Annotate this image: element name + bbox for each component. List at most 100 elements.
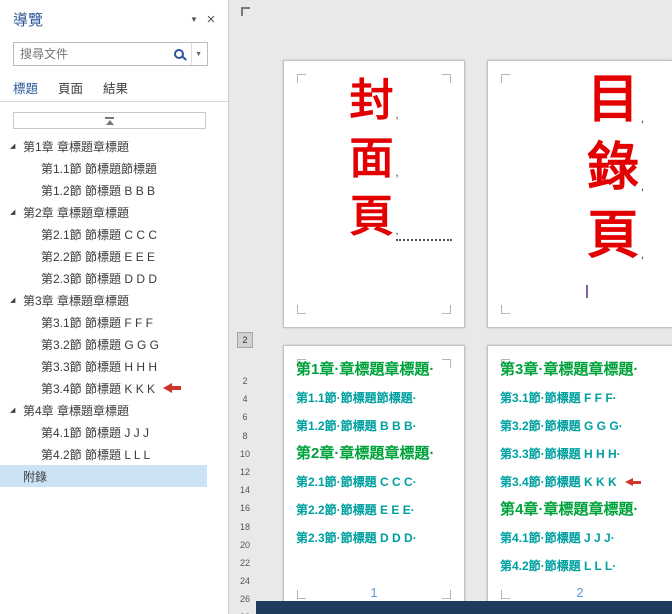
nav-item-label: 第4.2節 節標題 L L L [41, 447, 151, 462]
search-icon[interactable] [174, 49, 185, 59]
ruler-mark: 28 [232, 608, 258, 614]
navigation-pane: 導覽 ▼ × ▼ 標題 頁面 結果 ◢ 第1章 章標題章標題 第1.1節 節 [0, 0, 229, 614]
nav-item-section2-1[interactable]: 第2.1節 節標題 C C C [0, 223, 207, 245]
paragraph-mark: , [641, 181, 645, 193]
doc-heading-section: 第2.3節·節標題 D D D· [296, 531, 417, 545]
ruler-mark: 6 [242, 412, 248, 423]
collapse-triangle-icon[interactable]: ◢ [10, 296, 23, 304]
nav-item-section4-1[interactable]: 第4.1節 節標題 J J J [0, 421, 207, 443]
crop-mark-icon [442, 305, 451, 314]
paragraph-mark: , [395, 225, 399, 237]
nav-item-section3-4[interactable]: 第3.4節 節標題 K K K [0, 377, 207, 399]
pane-options-chevron-down-icon[interactable]: ▼ [186, 15, 202, 24]
collapse-triangle-icon[interactable]: ◢ [10, 208, 23, 216]
doc-heading-chapter: 第4章·章標題章標題· [500, 501, 639, 518]
cover-char: 面 [349, 134, 394, 184]
crop-mark-icon [501, 305, 510, 314]
nav-item-label: 第2.1節 節標題 C C C [41, 227, 158, 242]
pane-close-icon[interactable]: × [202, 12, 220, 27]
jump-to-beginning-button[interactable] [13, 112, 206, 129]
nav-item-chapter2[interactable]: ◢ 第2章 章標題章標題 [0, 201, 207, 223]
nav-item-label: 第1.2節 節標題 B B B [41, 183, 156, 198]
page-content-1[interactable]: 第1章·章標題章標題· 第1.1節·節標題節標題· 第1.2節·節標題 B B … [283, 345, 465, 613]
nav-item-label: 第2.2節 節標題 E E E [41, 249, 156, 264]
doc-heading-chapter: 第3章·章標題章標題· [500, 361, 639, 378]
ruler-mark: 22 [239, 557, 250, 568]
nav-item-section3-1[interactable]: 第3.1節 節標題 F F F [0, 311, 207, 333]
doc-heading-section: 第4.1節·節標題 J J J· [500, 531, 615, 545]
jump-to-top-icon [105, 116, 114, 125]
tab-pages[interactable]: 頁面 [58, 78, 83, 101]
nav-item-section3-3[interactable]: 第3.3節 節標題 H H H [0, 355, 207, 377]
nav-item-chapter1[interactable]: ◢ 第1章 章標題章標題 [0, 135, 207, 157]
nav-item-section2-3[interactable]: 第2.3節 節標題 D D D [0, 267, 207, 289]
ruler-mark: 16 [239, 503, 250, 514]
collapse-triangle-icon[interactable]: ◢ [10, 406, 23, 414]
navigation-pane-title: 導覽 [13, 12, 44, 29]
search-options-chevron-down-icon[interactable]: ▼ [191, 43, 207, 65]
doc-heading-section: 第3.4節·節標題 K K K [500, 468, 670, 496]
headings-tree: ◢ 第1章 章標題章標題 第1.1節 節標題節標題 第1.2節 節標題 B B … [0, 135, 228, 487]
ruler-mark: 26 [239, 594, 250, 605]
ruler-corner-icon [241, 7, 250, 16]
cover-title: 封, 面, 頁, [284, 69, 464, 243]
ruler-mark: 4 [242, 394, 248, 405]
search-input[interactable] [14, 47, 175, 61]
nav-item-appendix[interactable]: 附錄 [0, 465, 207, 487]
nav-item-label: 第3章 章標題章標題 [23, 293, 130, 308]
nav-item-label: 附錄 [23, 469, 48, 484]
paragraph-mark: , [641, 249, 645, 261]
nav-item-section4-2[interactable]: 第4.2節 節標題 L L L [0, 443, 207, 465]
collapse-triangle-icon[interactable]: ◢ [10, 142, 23, 150]
red-annotation-arrow-icon [163, 383, 182, 393]
navigation-pane-header: 導覽 ▼ × [0, 0, 228, 34]
paragraph-mark: , [395, 167, 399, 179]
toc-char: 頁 [587, 206, 640, 265]
doc-heading-chapter: 第1章·章標題章標題· [296, 361, 435, 378]
tab-headings[interactable]: 標題 [13, 78, 38, 101]
doc-heading-section: 第3.3節·節標題 H H H· [500, 447, 621, 461]
dotted-underline [396, 239, 452, 241]
text-cursor [586, 285, 588, 298]
nav-item-chapter3[interactable]: ◢ 第3章 章標題章標題 [0, 289, 207, 311]
red-annotation-arrow-icon [624, 478, 641, 486]
nav-item-section1-1[interactable]: 第1.1節 節標題節標題 [0, 157, 207, 179]
word-window: 導覽 ▼ × ▼ 標題 頁面 結果 ◢ 第1章 章標題章標題 第1.1節 節 [0, 0, 672, 614]
ruler-mark: 10 [239, 448, 250, 459]
ruler-mark: 24 [239, 576, 250, 587]
nav-item-section1-2[interactable]: 第1.2節 節標題 B B B [0, 179, 207, 201]
ruler-mark: 8 [242, 430, 248, 441]
taskbar [256, 601, 672, 614]
toc-title: 目, 錄, 頁, [587, 63, 644, 267]
ruler-mark: 2 [242, 376, 248, 386]
doc-heading-section: 第3.2節·節標題 G G G· [500, 419, 623, 433]
nav-item-label: 第3.3節 節標題 H H H [41, 359, 158, 374]
nav-item-chapter4[interactable]: ◢ 第4章 章標題章標題 [0, 399, 207, 421]
navigation-tabs: 標題 頁面 結果 [0, 78, 228, 102]
page-content-2[interactable]: 第3章·章標題章標題· 第3.1節·節標題 F F F· 第3.2節·節標題 G… [487, 345, 672, 613]
tab-results[interactable]: 結果 [103, 78, 128, 101]
toc-char: 目 [587, 70, 640, 129]
toc-char: 錄 [587, 138, 640, 197]
page-number: 2 [576, 585, 584, 600]
crop-mark-icon [501, 74, 510, 83]
nav-item-section3-2[interactable]: 第3.2節 節標題 G G G [0, 333, 207, 355]
nav-item-section2-2[interactable]: 第2.2節 節標題 E E E [0, 245, 207, 267]
paragraph-mark: , [395, 109, 399, 121]
ruler-mark: 12 [239, 466, 250, 477]
doc-heading-section: 第4.2節·節標題 L L L· [500, 559, 617, 573]
doc-heading-section: 第2.1節·節標題 C C C· [296, 475, 417, 489]
doc-heading-section: 第2.2節·節標題 E E E· [296, 503, 415, 517]
page-cover[interactable]: 封, 面, 頁, [283, 60, 465, 328]
cover-char: 頁 [349, 192, 394, 242]
ruler-origin-box: 2 [237, 332, 253, 348]
nav-item-label: 第3.2節 節標題 G G G [41, 337, 160, 352]
document-search-box[interactable]: ▼ [13, 42, 208, 66]
nav-item-label: 第1.1節 節標題節標題 [41, 161, 158, 176]
page-toc[interactable]: 目, 錄, 頁, [487, 60, 672, 328]
nav-item-label: 第3.1節 節標題 F F F [41, 315, 154, 330]
doc-heading-section: 第3.1節·節標題 F F F· [500, 391, 617, 405]
doc-heading-section: 第1.2節·節標題 B B B· [296, 419, 417, 433]
document-view: 2 2 4 6 8 10 12 14 16 18 20 22 24 26 28 [230, 0, 672, 614]
ruler-mark: 20 [239, 539, 250, 550]
